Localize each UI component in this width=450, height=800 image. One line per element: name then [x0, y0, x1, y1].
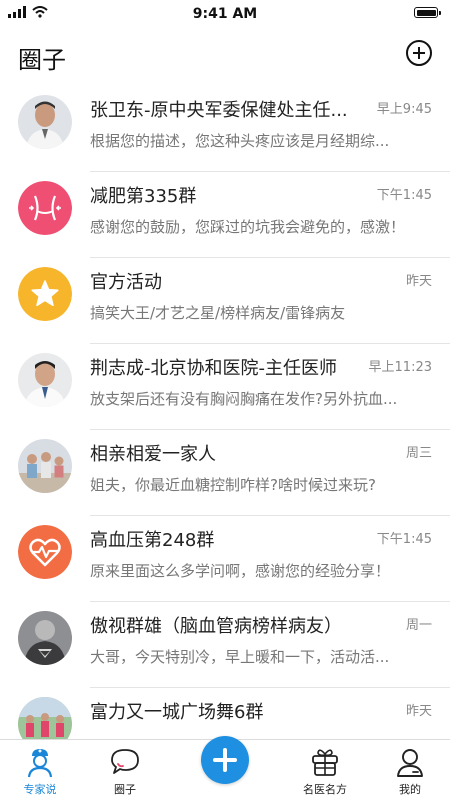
chat-name: 富力又一城广场舞6群	[90, 702, 264, 723]
avatar	[18, 267, 72, 321]
tab-famous-doctors[interactable]: 名医名方	[285, 740, 365, 800]
chat-preview: 放支架后还有没有胸闷胸痛在发作?另外抗血...	[90, 390, 398, 408]
chat-time: 周三	[405, 446, 432, 461]
star-icon	[18, 267, 72, 321]
chat-name: 高血压第248群	[90, 530, 215, 551]
tab-mine[interactable]: 我的	[370, 740, 450, 800]
heartbeat-icon	[18, 525, 72, 579]
chat-list[interactable]: 张卫东-原中央军委保健处主任... 早上9:45 根据您的描述，您这种头疼应该是…	[0, 86, 450, 740]
list-item[interactable]: 张卫东-原中央军委保健处主任... 早上9:45 根据您的描述，您这种头疼应该是…	[0, 86, 450, 172]
avatar	[18, 611, 72, 665]
gift-box-icon	[312, 749, 338, 776]
plus-circle-icon[interactable]	[406, 40, 432, 66]
chat-time: 下午1:45	[376, 188, 432, 203]
nurse-icon	[27, 749, 53, 778]
chat-time: 昨天	[405, 704, 432, 719]
chat-time: 下午1:45	[376, 532, 432, 547]
list-item[interactable]: 富力又一城广场舞6群 昨天	[0, 688, 450, 740]
page-title: 圈子	[18, 46, 66, 74]
status-time: 9:41 AM	[192, 6, 258, 22]
tab-label: 我的	[399, 783, 421, 796]
avatar	[18, 525, 72, 579]
doctor-photo-icon	[18, 95, 72, 149]
tab-add[interactable]	[185, 736, 265, 800]
battery-icon	[414, 7, 441, 18]
chat-time: 周一	[405, 618, 432, 633]
tab-label: 专家说	[23, 783, 57, 796]
chat-preview: 根据您的描述，您这种头疼应该是月经期综...	[90, 132, 390, 150]
list-item[interactable]: 相亲相爱一家人 周三 姐夫，你最近血糖控制咋样?啥时候过来玩?	[0, 430, 450, 516]
chat-preview: 原来里面这么多学问啊，感谢您的经验分享！	[90, 562, 391, 580]
chat-name: 官方活动	[90, 272, 162, 293]
chat-name: 傲视群雄（脑血管病榜样病友）	[90, 616, 342, 637]
header: 圈子	[0, 28, 450, 86]
chat-preview: 感谢您的鼓励，您踩过的坑我会避免的，感激！	[90, 218, 406, 236]
avatar	[18, 439, 72, 493]
dance-group-photo-icon	[18, 697, 72, 740]
avatar	[18, 697, 72, 740]
superman-photo-icon	[18, 611, 72, 665]
list-item[interactable]: 官方活动 昨天 搞笑大王/才艺之星/榜样病友/雷锋病友	[0, 258, 450, 344]
tab-bar: 专家说 圈子 名医名方 我的	[0, 736, 450, 800]
family-photo-icon	[18, 439, 72, 493]
chat-name: 减肥第335群	[90, 186, 197, 207]
list-item[interactable]: 荆志成-北京协和医院-主任医师 早上11:23 放支架后还有没有胸闷胸痛在发作?…	[0, 344, 450, 430]
chat-name: 相亲相爱一家人	[90, 444, 216, 465]
list-item[interactable]: 减肥第335群 下午1:45 感谢您的鼓励，您踩过的坑我会避免的，感激！	[0, 172, 450, 258]
chat-name: 荆志成-北京协和医院-主任医师	[90, 358, 337, 379]
list-item[interactable]: 傲视群雄（脑血管病榜样病友） 周一 大哥，今天特别冷，早上暖和一下，活动活...	[0, 602, 450, 688]
avatar	[18, 181, 72, 235]
chat-preview: 大哥，今天特别冷，早上暖和一下，活动活...	[90, 648, 390, 666]
chat-time: 早上11:23	[368, 360, 432, 375]
tab-expert[interactable]: 专家说	[0, 740, 80, 800]
chat-preview: 姐夫，你最近血糖控制咋样?啥时候过来玩?	[90, 476, 376, 494]
avatar	[18, 95, 72, 149]
chat-preview: 搞笑大王/才艺之星/榜样病友/雷锋病友	[90, 304, 346, 322]
chat-bubble-icon	[111, 749, 139, 774]
user-icon	[397, 749, 423, 777]
chat-time: 早上9:45	[376, 102, 432, 117]
tab-circle[interactable]: 圈子	[85, 740, 165, 800]
tab-label: 圈子	[114, 783, 136, 796]
avatar	[18, 353, 72, 407]
chat-time: 昨天	[405, 274, 432, 289]
waist-icon	[18, 181, 72, 235]
tab-label: 名医名方	[303, 783, 347, 796]
list-item[interactable]: 高血压第248群 下午1:45 原来里面这么多学问啊，感谢您的经验分享！	[0, 516, 450, 602]
plus-icon[interactable]	[201, 736, 249, 784]
chat-name: 张卫东-原中央军委保健处主任...	[90, 100, 348, 121]
doctor-photo-icon	[18, 353, 72, 407]
status-bar: 9:41 AM	[0, 0, 450, 28]
